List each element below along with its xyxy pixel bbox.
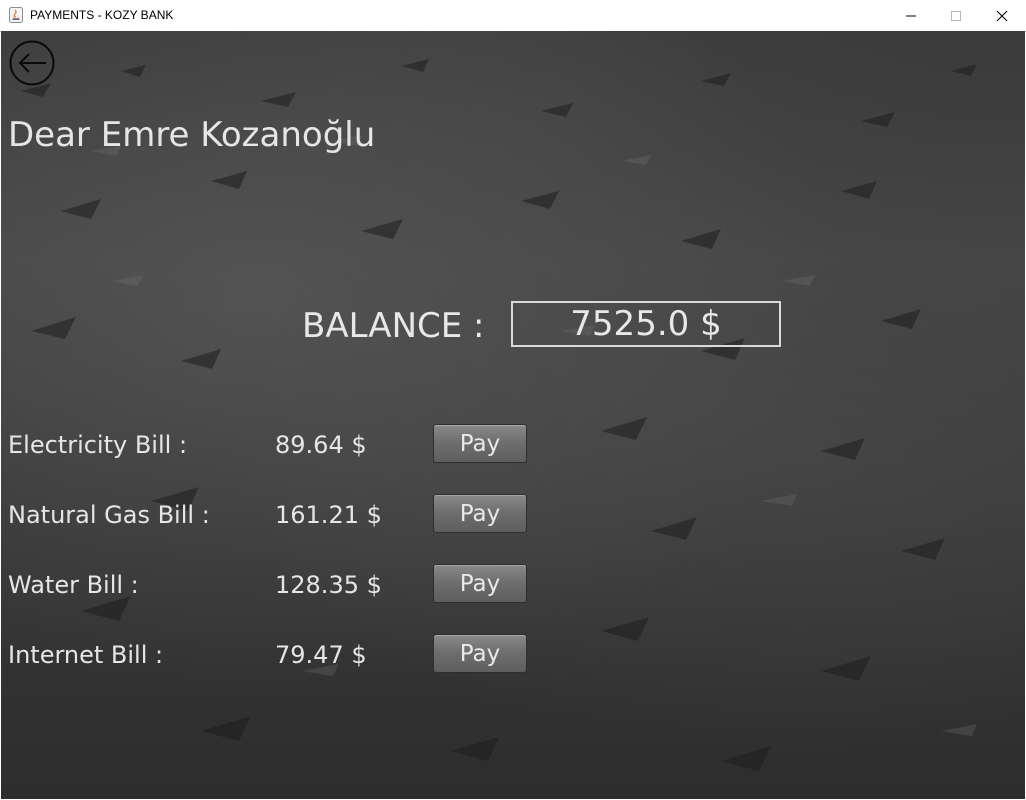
water-bill-label: Water Bill : [8, 571, 139, 599]
payments-panel: Dear Emre Kozanoğlu BALANCE : 7525.0 $ E… [1, 31, 1025, 799]
back-arrow-icon [9, 40, 55, 86]
internet-bill-label: Internet Bill : [8, 641, 164, 669]
electricity-bill-label: Electricity Bill : [8, 431, 188, 459]
internet-bill-amount: 79.47 $ [275, 641, 367, 669]
electricity-bill-amount: 89.64 $ [275, 431, 367, 459]
back-button[interactable] [9, 40, 55, 86]
close-icon [996, 10, 1008, 21]
natural-gas-bill-amount: 161.21 $ [275, 501, 382, 529]
greeting-text: Dear Emre Kozanoğlu [8, 115, 376, 155]
balance-label: BALANCE : [302, 306, 485, 346]
balance-value: 7525.0 $ [511, 301, 781, 347]
java-app-icon [9, 7, 23, 23]
window-title: PAYMENTS - KOZY BANK [30, 8, 174, 22]
minimize-button[interactable] [888, 0, 934, 31]
water-bill-amount: 128.35 $ [275, 571, 382, 599]
pay-water-button[interactable]: Pay [433, 564, 527, 603]
close-button[interactable] [979, 0, 1025, 31]
title-bar: PAYMENTS - KOZY BANK [0, 0, 1026, 32]
pay-natural-gas-button[interactable]: Pay [433, 494, 527, 533]
pay-internet-button[interactable]: Pay [433, 634, 527, 673]
maximize-icon [951, 10, 961, 21]
maximize-button[interactable] [933, 0, 979, 31]
natural-gas-bill-label: Natural Gas Bill : [8, 501, 210, 529]
pay-electricity-button[interactable]: Pay [433, 424, 527, 463]
minimize-icon [906, 15, 916, 16]
